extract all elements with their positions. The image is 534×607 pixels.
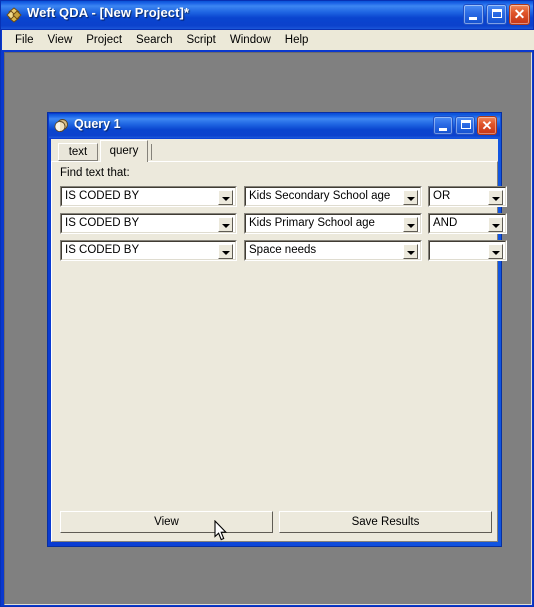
condition-select-1-frame: IS CODED BY — [61, 187, 236, 206]
menu-item-view[interactable]: View — [41, 32, 80, 49]
query-builder-panel: Find text that: IS CODED BY Kids Seconda… — [51, 161, 507, 542]
close-icon: ✕ — [481, 118, 493, 133]
main-window-controls: ✕ — [463, 4, 530, 25]
close-icon: ✕ — [513, 6, 526, 22]
minimize-icon — [439, 128, 447, 131]
condition-select-3-frame: IS CODED BY — [61, 241, 236, 260]
value-select-3-value: Space needs — [249, 244, 317, 256]
tab-query[interactable]: query — [100, 140, 148, 162]
query-row: IS CODED BY Kids Secondary School age OR — [60, 186, 507, 207]
operator-select-3-frame — [429, 241, 506, 260]
chevron-down-icon[interactable] — [488, 190, 503, 205]
condition-select-2-value: IS CODED BY — [65, 217, 140, 229]
value-select-1[interactable]: Kids Secondary School age — [244, 186, 422, 207]
query-action-buttons: View Save Results — [60, 511, 492, 533]
chevron-down-icon[interactable] — [488, 244, 503, 259]
tab-divider — [151, 144, 152, 160]
menu-item-project[interactable]: Project — [79, 32, 129, 49]
operator-select-2-frame: AND — [429, 214, 506, 233]
value-select-2-value: Kids Primary School age — [249, 217, 375, 229]
view-button[interactable]: View — [60, 511, 273, 533]
condition-select-3[interactable]: IS CODED BY — [60, 240, 237, 261]
query-child-window: Query 1 ✕ text query Find text that: IS … — [47, 112, 507, 547]
query-condition-rows: IS CODED BY Kids Secondary School age OR… — [60, 186, 507, 267]
value-select-2-frame: Kids Primary School age — [245, 214, 421, 233]
chevron-down-icon[interactable] — [488, 217, 503, 232]
condition-select-3-value: IS CODED BY — [65, 244, 140, 256]
maximize-button[interactable] — [486, 4, 507, 25]
query-window-client: text query Find text that: IS CODED BY K… — [51, 139, 507, 542]
weft-logo-icon — [6, 7, 22, 23]
menu-item-window[interactable]: Window — [223, 32, 278, 49]
value-select-1-value: Kids Secondary School age — [249, 190, 391, 202]
operator-select-1-frame: OR — [429, 187, 506, 206]
operator-select-3[interactable] — [428, 240, 507, 261]
menu-item-search[interactable]: Search — [129, 32, 179, 49]
screenshot-root: Weft QDA - [New Project]* ✕ File View Pr… — [0, 0, 534, 607]
value-select-3[interactable]: Space needs — [244, 240, 422, 261]
chevron-down-icon[interactable] — [403, 244, 418, 259]
operator-select-2[interactable]: AND — [428, 213, 507, 234]
condition-select-1[interactable]: IS CODED BY — [60, 186, 237, 207]
operator-select-1-value: OR — [433, 190, 451, 202]
tab-text[interactable]: text — [58, 143, 98, 161]
query-minimize-button[interactable] — [433, 116, 453, 135]
minimize-button[interactable] — [463, 4, 484, 25]
operator-select-1[interactable]: OR — [428, 186, 507, 207]
save-results-button[interactable]: Save Results — [279, 511, 492, 533]
chevron-down-icon[interactable] — [403, 190, 418, 205]
condition-select-2-frame: IS CODED BY — [61, 214, 236, 233]
chevron-down-icon[interactable] — [218, 244, 233, 259]
query-maximize-button[interactable] — [455, 116, 475, 135]
maximize-icon — [492, 9, 502, 18]
main-title-bar[interactable]: Weft QDA - [New Project]* ✕ — [1, 1, 533, 30]
value-select-1-frame: Kids Secondary School age — [245, 187, 421, 206]
main-window-title: Weft QDA - [New Project]* — [27, 5, 190, 20]
menu-item-help[interactable]: Help — [278, 32, 316, 49]
chevron-down-icon[interactable] — [218, 190, 233, 205]
condition-select-2[interactable]: IS CODED BY — [60, 213, 237, 234]
menu-item-file[interactable]: File — [8, 32, 41, 49]
menu-bar: File View Project Search Script Window H… — [2, 30, 534, 50]
maximize-icon — [461, 120, 471, 129]
value-select-2[interactable]: Kids Primary School age — [244, 213, 422, 234]
query-tab-strip: text query — [51, 139, 498, 162]
minimize-icon — [469, 17, 477, 20]
query-window-title: Query 1 — [74, 117, 121, 131]
menu-item-script[interactable]: Script — [179, 32, 222, 49]
query-title-bar[interactable]: Query 1 ✕ — [49, 114, 500, 138]
find-text-label: Find text that: — [60, 167, 130, 179]
query-window-controls: ✕ — [433, 116, 497, 135]
chevron-down-icon[interactable] — [403, 217, 418, 232]
chevron-down-icon[interactable] — [218, 217, 233, 232]
operator-select-2-value: AND — [433, 217, 458, 229]
query-row: IS CODED BY Kids Primary School age AND — [60, 213, 507, 234]
query-row: IS CODED BY Space needs — [60, 240, 507, 261]
value-select-3-frame: Space needs — [245, 241, 421, 260]
query-close-button[interactable]: ✕ — [477, 116, 497, 135]
close-button[interactable]: ✕ — [509, 4, 530, 25]
condition-select-1-value: IS CODED BY — [65, 190, 140, 202]
query-disc-icon — [54, 119, 68, 132]
